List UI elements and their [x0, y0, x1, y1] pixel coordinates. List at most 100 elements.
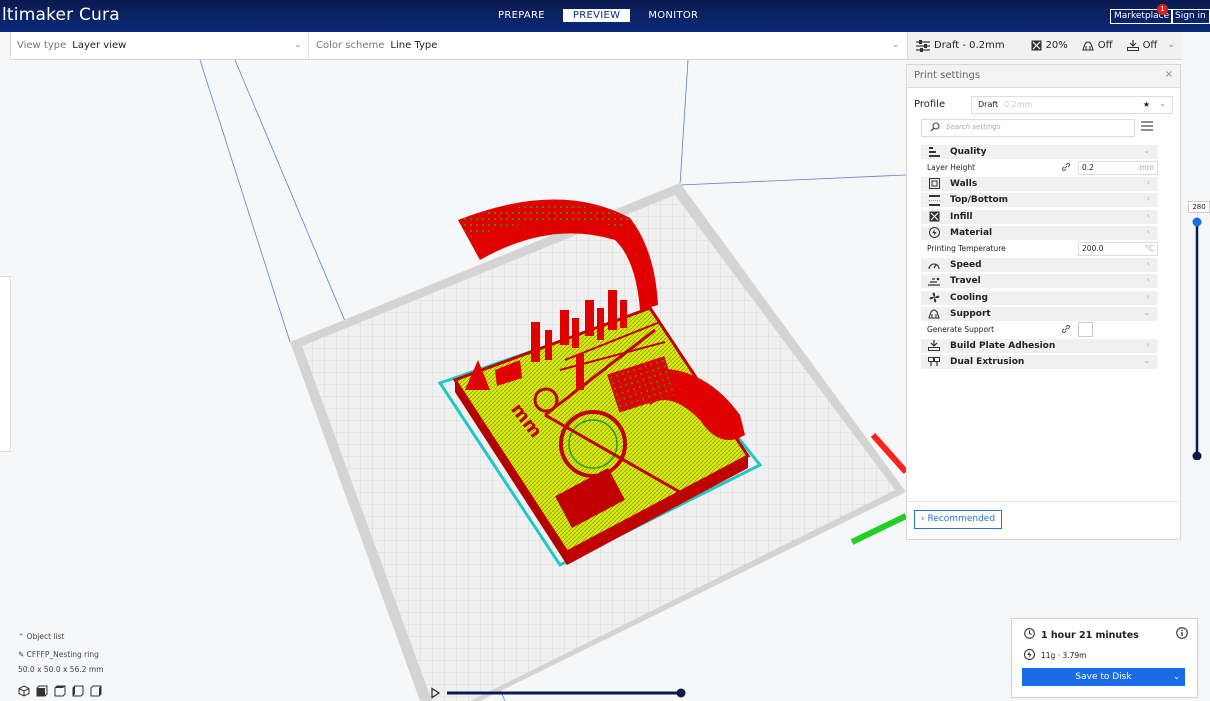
build-plate-scene: mm — [199, 60, 906, 701]
info-icon[interactable] — [1176, 627, 1188, 642]
adhesion-value: Off — [1142, 40, 1158, 51]
infill-icon — [927, 211, 941, 222]
object-list-toggle[interactable]: ⌃ Object list — [18, 632, 104, 641]
chevron-icon: ‹ — [1146, 275, 1150, 285]
category-support[interactable]: Support ⌄ — [921, 306, 1158, 322]
setting-layer-height: Layer Height 0.2 mm — [921, 161, 1158, 176]
print-setup-selector[interactable]: Draft - 0.2mm 20% Off Off ⌄ — [907, 32, 1182, 59]
search-icon — [930, 122, 940, 135]
category-label: Cooling — [950, 292, 988, 303]
save-to-disk-button[interactable]: Save to Disk ⌄ — [1022, 668, 1185, 686]
tab-preview[interactable]: PREVIEW — [562, 9, 631, 22]
quality-icon — [927, 147, 941, 157]
category-label: Speed — [950, 259, 982, 270]
object-name-row[interactable]: ✎ CFFFP_Nesting ring — [18, 650, 104, 659]
print-time-text: 1 hour 21 minutes — [1041, 629, 1139, 641]
left-view-icon[interactable] — [72, 685, 84, 700]
category-build-plate-adhesion[interactable]: Build Plate Adhesion ‹ — [921, 338, 1158, 354]
close-icon[interactable]: × — [1165, 69, 1173, 80]
chevron-icon: ‹ — [1146, 258, 1150, 268]
camera-view-buttons — [18, 685, 102, 700]
panel-footer: ‹ Recommended — [907, 501, 1180, 540]
layer-height-field[interactable]: 0.2 mm — [1078, 161, 1158, 176]
recommended-button[interactable]: ‹ Recommended — [914, 510, 1003, 529]
material-icon — [1023, 648, 1036, 662]
category-dual-extrusion[interactable]: Dual Extrusion ⌄ — [921, 355, 1158, 371]
chevron-icon: ⌄ — [1143, 307, 1150, 317]
category-travel[interactable]: Travel ‹ — [921, 274, 1158, 290]
play-icon[interactable] — [431, 687, 441, 699]
walls-icon — [927, 178, 941, 190]
marketplace-badge: 1 — [1157, 4, 1168, 15]
support-icon — [927, 308, 941, 319]
view-type-label: View type — [17, 40, 67, 51]
print-time: 1 hour 21 minutes — [1024, 628, 1139, 642]
support-icon — [1082, 40, 1098, 51]
tool-panel[interactable] — [0, 276, 11, 452]
layer-slider-bottom-handle — [1192, 451, 1202, 460]
chevron-down-icon: ⌄ — [1159, 99, 1166, 108]
panel-title: Print settings — [914, 70, 981, 81]
infill-summary: 20% — [1031, 40, 1068, 51]
app-title: ltimaker Cura — [2, 5, 120, 25]
star-icon[interactable]: ★ — [1143, 97, 1150, 113]
generate-support-checkbox[interactable] — [1078, 322, 1093, 338]
view-type-dropdown[interactable]: View type Layer view — [17, 32, 307, 59]
path-slider-handle[interactable] — [676, 688, 686, 698]
profile-summary-text: Draft - 0.2mm — [934, 40, 1005, 51]
adhesion-summary: Off — [1126, 40, 1158, 51]
category-label: Travel — [950, 276, 981, 287]
chevron-up-icon: ⌃ — [18, 632, 27, 641]
category-top-bottom[interactable]: Top/Bottom ‹ — [921, 193, 1158, 209]
category-label: Support — [950, 308, 991, 319]
category-cooling[interactable]: Cooling ‹ — [921, 290, 1158, 306]
print-settings-panel: Print settings × Profile Draft 0.2mm ★ ⌄… — [906, 64, 1181, 540]
chevron-icon: ‹ — [1146, 339, 1150, 349]
volume-edge — [199, 60, 291, 343]
right-view-icon[interactable] — [90, 685, 102, 700]
category-quality[interactable]: Quality ⌄ — [921, 145, 1158, 160]
color-scheme-dropdown[interactable]: Color scheme Line Type — [316, 32, 896, 59]
category-walls[interactable]: Walls ‹ — [921, 176, 1158, 192]
field-unit: mm — [1139, 163, 1154, 173]
view-type-value: Layer view — [72, 40, 127, 51]
link-icon[interactable] — [1061, 324, 1071, 336]
3d-view-icon[interactable] — [18, 685, 30, 700]
top-view-icon[interactable] — [54, 685, 66, 700]
category-label: Walls — [950, 178, 978, 189]
support-value: Off — [1097, 40, 1113, 51]
tab-prepare[interactable]: PREPARE — [488, 9, 555, 22]
chevron-down-icon: ⌄ — [294, 40, 302, 50]
profile-dropdown[interactable]: Draft 0.2mm ★ ⌄ — [971, 96, 1173, 114]
front-view-icon[interactable] — [36, 685, 48, 700]
chevron-down-icon: ⌄ — [1167, 40, 1175, 50]
sign-in-button[interactable]: Sign in — [1171, 9, 1210, 24]
field-value: 0.2 — [1082, 163, 1094, 173]
color-scheme-label: Color scheme — [316, 40, 385, 51]
search-input[interactable]: Search settings — [921, 119, 1135, 137]
category-infill[interactable]: Infill ‹ — [921, 209, 1158, 225]
layer-slider[interactable] — [1188, 198, 1208, 460]
volume-edge — [679, 60, 689, 186]
material-usage: 11g · 3.79m — [1023, 648, 1086, 662]
recommended-label: Recommended — [927, 514, 996, 524]
category-speed[interactable]: Speed ‹ — [921, 257, 1158, 273]
travel-icon — [927, 276, 941, 286]
tab-monitor[interactable]: MONITOR — [638, 9, 708, 22]
field-value: 200.0 — [1082, 244, 1104, 254]
printing-temperature-field[interactable]: 200.0 °C — [1078, 242, 1158, 257]
object-list: ⌃ Object list ✎ CFFFP_Nesting ring 50.0 … — [18, 632, 104, 680]
category-label: Quality — [950, 147, 987, 157]
search-placeholder: Search settings — [946, 123, 1001, 131]
menu-icon[interactable] — [1141, 121, 1153, 134]
settings-list: Quality ⌄ Layer Height 0.2 mm Walls ‹ To… — [921, 145, 1158, 371]
chevron-icon: ⌄ — [1143, 356, 1150, 366]
dual-extrusion-icon — [927, 357, 941, 367]
chevron-down-icon[interactable]: ⌄ — [1173, 668, 1180, 686]
link-icon[interactable] — [1061, 162, 1071, 174]
profile-summary: Draft - 0.2mm — [916, 39, 1005, 52]
object-dimensions: 50.0 x 50.0 x 56.2 mm — [18, 665, 104, 674]
sliders-icon — [916, 39, 934, 52]
3d-viewport[interactable]: mm — [0, 60, 906, 701]
category-material[interactable]: Material ‹ — [921, 225, 1158, 241]
